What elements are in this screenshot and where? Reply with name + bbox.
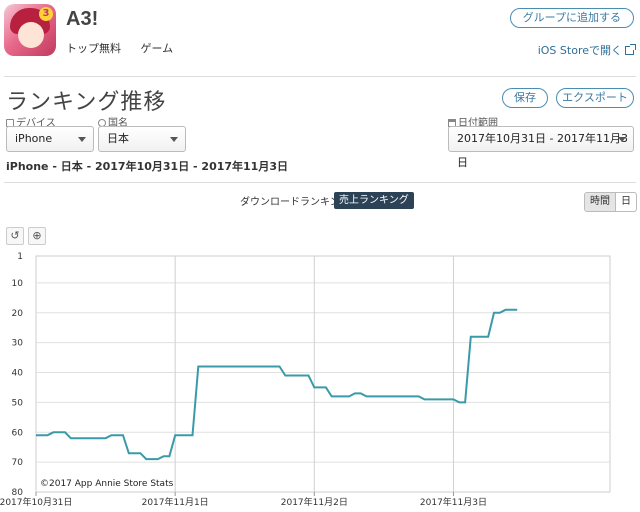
x-tick-label: 2017年10月31日 xyxy=(0,496,72,508)
date-range-value: 2017年10月31日 - 2017年11月3日 xyxy=(457,132,628,169)
tab-revenue-ranking[interactable]: 売上ランキング xyxy=(334,192,414,209)
ranking-chart: 1 10 20 30 40 50 60 70 802017年10月31日 2017年11月1日 20… xyxy=(0,252,611,508)
plot-area xyxy=(35,255,611,493)
granularity-hour-button[interactable]: 時間 xyxy=(585,193,616,211)
x-tick-label: 2017年11月1日 xyxy=(142,496,209,508)
y-tick-label: 60 xyxy=(12,428,24,438)
open-ios-store-label: iOS Storeで開く xyxy=(537,44,622,57)
app-meta: トップ無料 ゲーム xyxy=(66,40,189,56)
y-tick-label: 30 xyxy=(12,339,24,349)
granularity-day-button[interactable]: 日 xyxy=(616,193,636,211)
x-tick-label: 2017年11月2日 xyxy=(281,496,348,508)
add-to-group-button[interactable]: グループに追加する xyxy=(509,8,634,28)
selection-summary: iPhone - 日本 - 2017年10月31日 - 2017年11月3日 xyxy=(6,160,288,173)
y-tick-label: 70 xyxy=(12,458,24,468)
genre-label: ゲーム xyxy=(140,42,174,55)
reset-zoom-button[interactable]: ↺ xyxy=(6,227,24,245)
date-range-select[interactable]: 2017年10月31日 - 2017年11月3日 xyxy=(448,126,634,169)
chevron-down-icon xyxy=(78,137,86,142)
country-select[interactable]: 日本 xyxy=(98,126,186,152)
chevron-down-icon xyxy=(170,137,178,142)
app-header: 3 A3! トップ無料 ゲーム グループに追加する iOS Storeで開く xyxy=(0,0,640,76)
device-select-value: iPhone xyxy=(15,132,53,145)
category-rank-label: トップ無料 xyxy=(66,42,121,55)
app-icon-badge: 3 xyxy=(39,7,53,21)
zoom-icon: ⊕ xyxy=(32,229,42,242)
app-title: A3! xyxy=(66,8,99,30)
y-tick-label: 80 xyxy=(12,488,24,498)
y-tick-label: 1 xyxy=(17,252,23,262)
y-tick-label: 20 xyxy=(12,309,24,319)
header-divider xyxy=(4,76,636,77)
summary-divider xyxy=(4,182,636,183)
external-link-icon xyxy=(625,44,636,55)
y-tick-label: 50 xyxy=(12,398,24,408)
granularity-toggle: 時間 日 xyxy=(584,192,637,212)
chevron-down-icon xyxy=(618,137,626,142)
save-button[interactable]: 保存 xyxy=(502,88,548,108)
chart-credit: ©2017 App Annie Store Stats xyxy=(40,479,174,489)
y-tick-label: 40 xyxy=(12,369,24,379)
device-select[interactable]: iPhone xyxy=(6,126,94,152)
open-ios-store-link[interactable]: iOS Storeで開く xyxy=(537,42,636,58)
page-title: ランキング推移 xyxy=(6,90,167,115)
x-tick-label: 2017年11月3日 xyxy=(420,496,487,508)
app-icon-face xyxy=(18,22,44,48)
export-button[interactable]: エクスポート xyxy=(556,88,634,108)
zoom-button[interactable]: ⊕ xyxy=(28,227,46,245)
country-select-value: 日本 xyxy=(107,132,129,145)
y-tick-label: 10 xyxy=(12,279,24,289)
app-icon: 3 xyxy=(4,4,56,56)
reset-icon: ↺ xyxy=(10,229,20,242)
